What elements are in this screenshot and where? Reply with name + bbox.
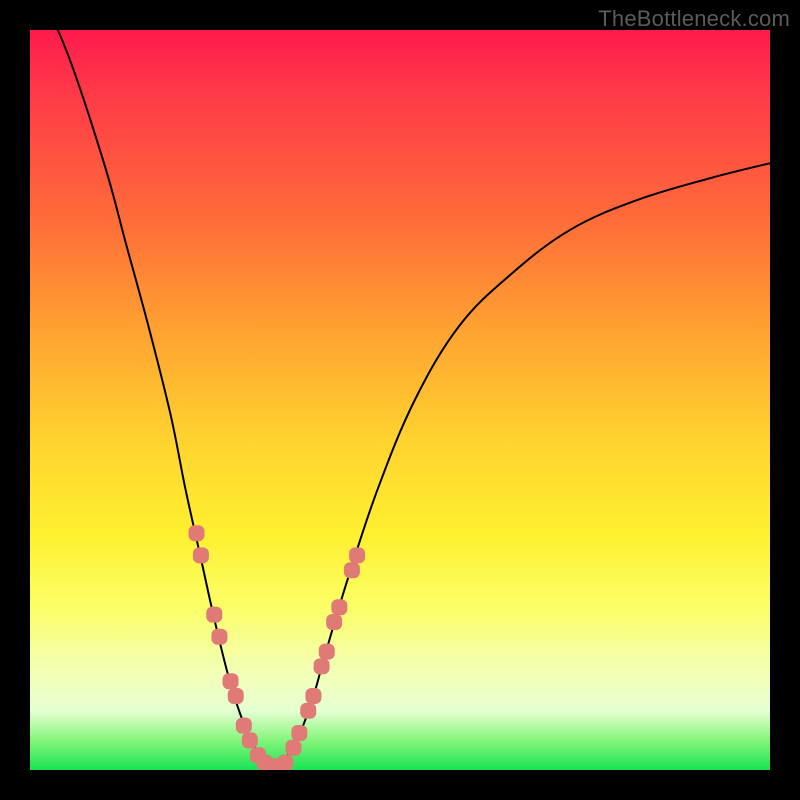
- data-marker: [331, 599, 347, 615]
- data-marker: [228, 688, 244, 704]
- data-marker: [211, 629, 227, 645]
- data-marker: [344, 562, 360, 578]
- marker-layer: [189, 525, 366, 770]
- data-marker: [236, 718, 252, 734]
- data-marker: [257, 755, 273, 770]
- data-marker: [223, 673, 239, 689]
- bottleneck-curve: [30, 30, 770, 767]
- data-marker: [326, 614, 342, 630]
- data-marker: [193, 547, 209, 563]
- data-marker: [319, 644, 335, 660]
- curve-svg: [30, 30, 770, 770]
- data-marker: [314, 658, 330, 674]
- data-marker: [242, 732, 258, 748]
- data-marker: [291, 725, 307, 741]
- data-marker: [189, 525, 205, 541]
- plot-area: [30, 30, 770, 770]
- data-marker: [271, 758, 287, 770]
- outer-frame: TheBottleneck.com: [0, 0, 800, 800]
- data-marker: [349, 547, 365, 563]
- data-marker: [277, 755, 293, 770]
- curve-layer: [30, 30, 770, 767]
- data-marker: [263, 758, 279, 770]
- data-marker: [305, 688, 321, 704]
- data-marker: [250, 747, 266, 763]
- data-marker: [300, 703, 316, 719]
- data-marker: [206, 607, 222, 623]
- watermark-text: TheBottleneck.com: [598, 6, 790, 32]
- data-marker: [285, 740, 301, 756]
